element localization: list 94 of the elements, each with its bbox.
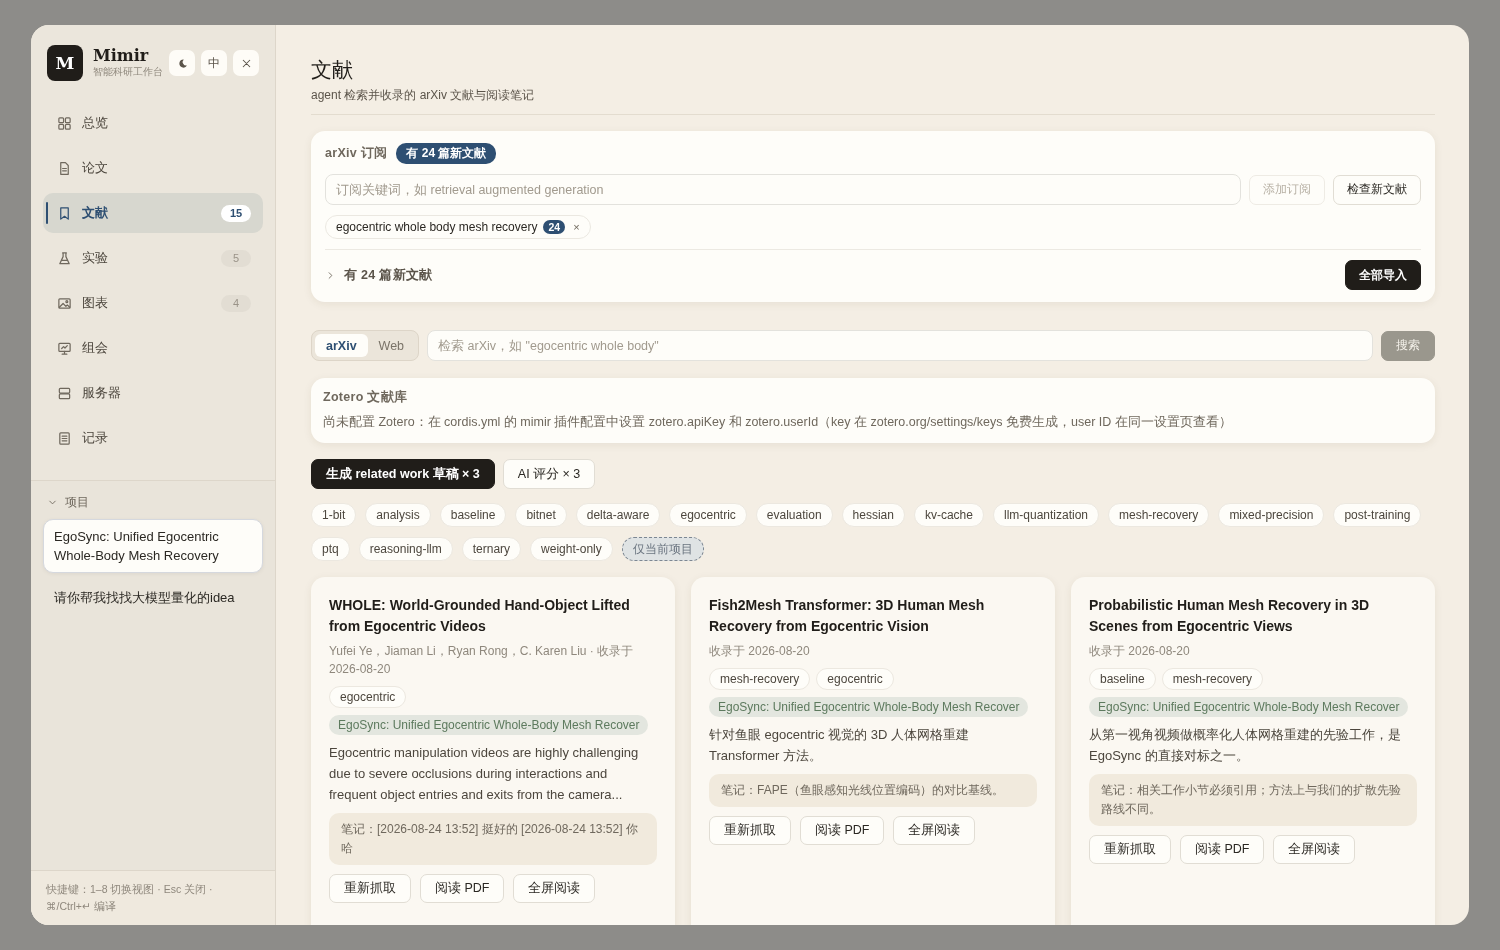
card-heading: arXiv 订阅 (325, 145, 388, 162)
tag: egocentric (816, 668, 894, 690)
app-subtitle: 智能科研工作台 (93, 65, 163, 79)
tag-filter[interactable]: mesh-recovery (1108, 503, 1210, 527)
presentation-icon (57, 340, 72, 356)
nav-item[interactable]: 服务器 (43, 373, 263, 413)
paper-button[interactable]: 阅读 PDF (1180, 835, 1265, 864)
paper-meta: Yufei Ye，Jiaman Li，Ryan Rong，C. Karen Liu · 收录于 2026-08-20 (329, 643, 635, 678)
chip-label: egocentric whole body mesh recovery (336, 220, 538, 234)
count-badge: 15 (221, 204, 251, 222)
search-field[interactable]: 检索 arXiv，如 "egocentric whole body" (427, 330, 1373, 361)
image-icon (57, 295, 72, 311)
count-badge: 5 (221, 249, 251, 267)
shortcut-hint: 快捷键：1–8 切换视图 · Esc 关闭 · ⌘/Ctrl+↵ 编译 (31, 870, 275, 925)
paper-note: 笔记：相关工作小节必须引用；方法上与我们的扩散先验路线不同。 (1089, 774, 1417, 826)
tag-filter[interactable]: evaluation (755, 503, 833, 527)
paper-summary: 从第一视角视频做概率化人体网格重建的先验工作，是 EgoSync 的直接对标之一。 (1089, 726, 1402, 765)
nav-item[interactable]: 文献 15 (43, 193, 263, 233)
source-tab[interactable]: Web (367, 334, 416, 357)
project-item[interactable]: EgoSync: Unified Egocentric Whole-Body Mesh Recovery (43, 519, 263, 573)
card-heading: Zotero 文献库 (323, 389, 409, 406)
project-tag: EgoSync: Unified Egocentric Whole-Body Mesh Recover (1089, 697, 1409, 717)
tag-filter[interactable]: bitnet (515, 503, 567, 527)
tag-filter[interactable]: ternary (461, 537, 522, 561)
action-button[interactable]: AI 评分 × 3 (502, 459, 596, 489)
paper-button[interactable]: 全屏阅读 (513, 874, 596, 903)
paper-summary: 针对鱼眼 egocentric 视觉的 3D 人体网格重建 Transformer 方法。 (709, 726, 971, 765)
tag: mesh-recovery (709, 668, 811, 690)
tag-filter[interactable]: llm-quantization (992, 503, 1099, 527)
import-all-button[interactable]: 全部导入 (1345, 260, 1421, 290)
tag-filter[interactable]: analysis (365, 503, 431, 527)
count-badge: 4 (221, 294, 251, 312)
paper-button[interactable]: 重新抓取 (1089, 835, 1171, 864)
source-tab[interactable]: arXiv (315, 334, 368, 357)
notice-text: 尚未配置 Zotero：在 cordis.yml 的 mimir 插件配置中设置 zotero.apiKey 和 zotero.userId（key 在 zotero.org/settings/keys 免费生成，user ID 在同一设置页查看） (323, 414, 1233, 431)
tag-filter[interactable]: 1-bit (311, 503, 357, 527)
close-button[interactable] (233, 50, 259, 76)
tag-filter[interactable]: kv-cache (913, 503, 984, 527)
page-subtitle: agent 检索并收录的 arXiv 文献与阅读笔记 (311, 87, 536, 104)
nav-item[interactable]: 记录 (43, 418, 263, 458)
tag-filter[interactable]: mixed-precision (1218, 503, 1325, 527)
paper-button[interactable]: 重新抓取 (709, 816, 791, 845)
nav-item[interactable]: 实验 5 (43, 238, 263, 278)
status-badge: 有 24 篇新文献 (396, 143, 497, 164)
nav-item[interactable]: 图表 4 (43, 283, 263, 323)
paper-button[interactable]: 阅读 PDF (420, 874, 505, 903)
tag-filter[interactable]: ptq (311, 537, 350, 561)
project-item[interactable]: 请你帮我找找大模型量化的idea (43, 581, 263, 614)
nav-item[interactable]: 组会 (43, 328, 263, 368)
paper-button[interactable]: 全屏阅读 (893, 816, 976, 845)
tag-filter[interactable]: egocentric (669, 503, 747, 527)
theme-button[interactable] (169, 50, 195, 76)
project-tag: EgoSync: Unified Egocentric Whole-Body Mesh Recover (329, 715, 649, 735)
remove-button[interactable]: × (573, 221, 580, 233)
tag-filter[interactable]: post-training (1333, 503, 1422, 527)
tag-filter[interactable]: baseline (439, 503, 507, 527)
paper-note: 笔记：FAPE（鱼眼感知光线位置编码）的对比基线。 (709, 774, 1037, 807)
scope-toggle[interactable]: 仅当前项目 (621, 537, 704, 561)
flask-icon (57, 250, 72, 266)
paper-title: Probabilistic Human Mesh Recovery in 3D Scenes from Egocentric Views (1089, 596, 1371, 636)
action-button[interactable]: 生成 related work 草稿 × 3 (311, 459, 495, 489)
section-toggle[interactable]: 项目 (43, 493, 263, 511)
paper-summary: Egocentric manipulation videos are highly challenging due to severe occlusions during interactions and frequent object entries and exits from the camera... (329, 744, 640, 804)
paper-title: WHOLE: World-Grounded Hand-Object Lifted from Egocentric Videos (329, 596, 631, 636)
paper-meta: 收录于 2026-08-20 (1089, 643, 1191, 660)
server-icon (57, 385, 72, 401)
grid-icon (57, 115, 72, 131)
logo: M (47, 45, 83, 81)
tag-filter[interactable]: weight-only (530, 537, 613, 561)
tag: baseline (1089, 668, 1156, 690)
keyword-field[interactable]: 订阅关键词，如 retrieval augmented generation (325, 174, 1241, 205)
paper-button[interactable]: 阅读 PDF (800, 816, 885, 845)
paper-title: Fish2Mesh Transformer: 3D Human Mesh Recovery from Egocentric Vision (709, 596, 986, 636)
nav-item[interactable]: 论文 (43, 148, 263, 188)
page-title: 文献 (311, 57, 354, 84)
nav-item[interactable]: 总览 (43, 103, 263, 143)
tag: mesh-recovery (1161, 668, 1264, 690)
paper-button[interactable]: 重新抓取 (329, 874, 411, 903)
new-papers-toggle[interactable]: 有 24 篇新文献 (325, 266, 433, 284)
project-tag: EgoSync: Unified Egocentric Whole-Body Mesh Recover (709, 697, 1029, 717)
tag-filter[interactable]: hessian (841, 503, 905, 527)
tag-filter[interactable]: delta-aware (575, 503, 661, 527)
document-icon (57, 160, 72, 176)
tag-filter[interactable]: reasoning-llm (358, 537, 453, 561)
list-icon (57, 430, 72, 446)
language-button[interactable]: 中 (201, 50, 227, 76)
app-name: Mimir (93, 47, 150, 65)
tag: egocentric (329, 686, 407, 708)
count-badge: 24 (543, 220, 566, 234)
paper-note: 笔记：[2026-08-24 13:52] 挺好的 [2026-08-24 13:52] 你哈 (329, 813, 657, 865)
bookmark-icon (57, 205, 72, 221)
subscription-button[interactable]: 检查新文献 (1333, 174, 1421, 205)
paper-meta: 收录于 2026-08-20 (709, 643, 811, 660)
paper-button[interactable]: 全屏阅读 (1273, 835, 1356, 864)
